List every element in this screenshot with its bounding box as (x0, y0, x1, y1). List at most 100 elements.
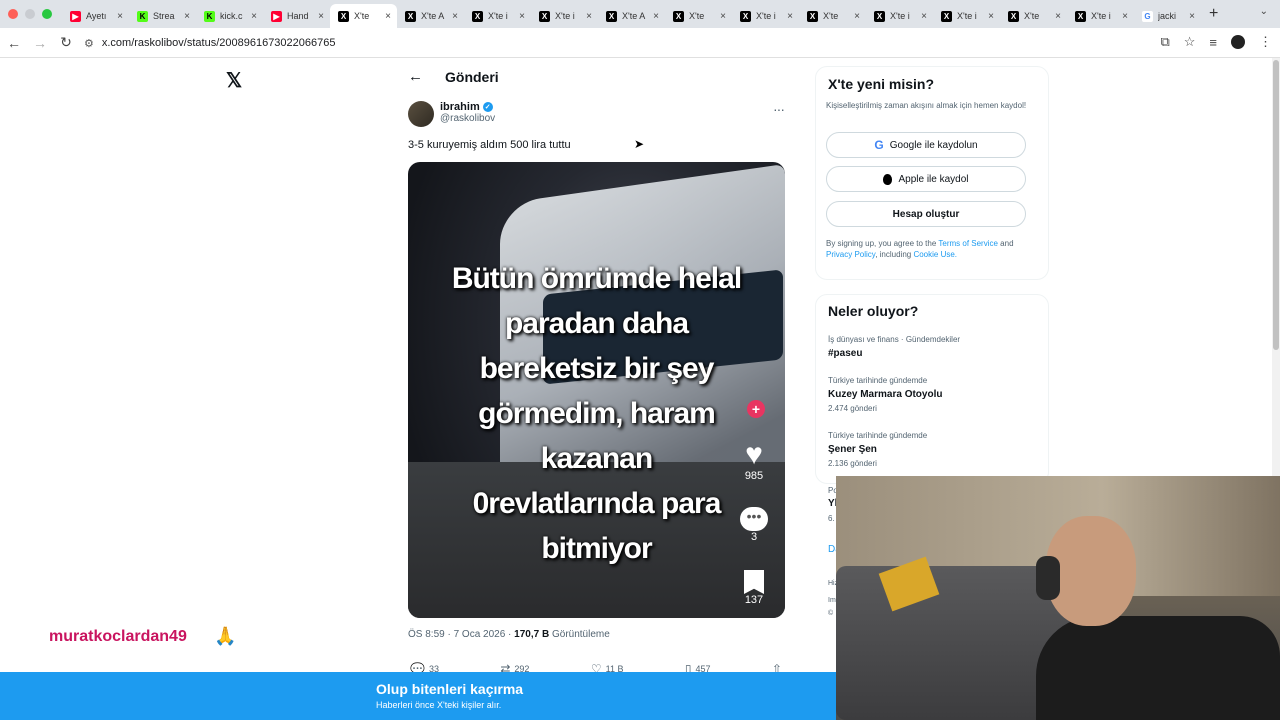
browser-tab[interactable]: X X'te i × (866, 4, 933, 28)
close-tab-icon[interactable]: × (452, 11, 458, 22)
close-tab-icon[interactable]: × (1122, 11, 1128, 22)
tab-title: jacki (1158, 11, 1177, 21)
browser-tab[interactable]: K Strea × (129, 4, 196, 28)
url-text: x.com/raskolibov/status/2008961673022066… (101, 37, 336, 49)
media-overlay-text: Bütün ömrümde helal paradan daha bereketsi… (428, 256, 765, 571)
apple-icon (883, 173, 893, 185)
window-controls (0, 9, 62, 19)
close-tab-icon[interactable]: × (184, 11, 190, 22)
tweet-timestamp[interactable]: ÖS 8:59 · 7 Oca 2026 · (408, 629, 514, 640)
media-controls-icon[interactable]: ≡ (1209, 35, 1217, 50)
partial-text[interactable]: Im (828, 597, 836, 604)
scrollbar-thumb[interactable] (1273, 60, 1279, 350)
browser-tab[interactable]: X X'te × (665, 4, 732, 28)
tab-title: X'te A (421, 11, 445, 21)
browser-tab[interactable]: X X'te × (1000, 4, 1067, 28)
browser-tab[interactable]: X X'te i × (464, 4, 531, 28)
author-name-row[interactable]: ibrahim ✓ (440, 101, 495, 113)
close-tab-icon[interactable]: × (921, 11, 927, 22)
bookmark-star-icon[interactable]: ☆ (1184, 34, 1196, 50)
browser-tab[interactable]: X X'te A × (397, 4, 464, 28)
tab-title: X'te i (756, 11, 776, 21)
google-signup-button[interactable]: G Google ile kaydolun (826, 132, 1026, 158)
close-tab-icon[interactable]: × (1189, 11, 1195, 22)
close-tab-icon[interactable]: × (787, 11, 793, 22)
media-comment-group: ••• 3 (737, 507, 771, 543)
browser-tab[interactable]: X X'te i × (531, 4, 598, 28)
x-icon: X (874, 10, 885, 22)
tab-title: X'te i (555, 11, 575, 21)
profile-avatar[interactable] (1231, 35, 1245, 49)
trend-item[interactable]: Türkiye tarihinde gündemde Kuzey Marmara… (828, 376, 1038, 413)
browser-tab[interactable]: ▶ Ayetı × (62, 4, 129, 28)
back-arrow-icon[interactable]: ← (2, 35, 26, 51)
x-icon: X (606, 10, 617, 22)
browser-tab[interactable]: X X'te × (799, 4, 866, 28)
overlay-line: 0revlatlarında para (472, 487, 722, 520)
overlay-line: görmedim, haram (478, 397, 716, 430)
browser-tab[interactable]: X X'te i × (933, 4, 1000, 28)
trend-topic: Şener Şen (828, 444, 877, 455)
close-tab-icon[interactable]: × (720, 11, 726, 22)
apple-signup-button[interactable]: Apple ile kaydol (826, 166, 1026, 192)
tweet-author[interactable]: ibrahim ✓ @raskolibov (408, 101, 495, 127)
create-account-label: Hesap oluştur (892, 208, 960, 220)
close-tab-icon[interactable]: × (519, 11, 525, 22)
more-options-icon[interactable]: ··· (773, 101, 785, 117)
stream-watermark: muratkoclardan49 (49, 628, 187, 645)
media-comments-count: 3 (750, 531, 758, 543)
author-avatar[interactable] (408, 101, 434, 127)
menu-dots-icon[interactable]: ⋮ (1259, 34, 1272, 50)
signup-banner: Olup bitenleri kaçırma Haberleri önce X'… (0, 672, 836, 720)
x-icon: X (807, 10, 818, 22)
media-save-group: 137 (737, 570, 771, 606)
author-name[interactable]: ibrahim (440, 101, 480, 113)
close-tab-icon[interactable]: × (385, 11, 391, 22)
x-icon: X (1075, 10, 1086, 22)
browser-tab[interactable]: ▶ Hand × (263, 4, 330, 28)
tweet-meta: ÖS 8:59 · 7 Oca 2026 · 170,7 B Görüntüle… (408, 629, 610, 640)
back-arrow-icon[interactable]: ← (408, 68, 423, 85)
maximize-window-button[interactable] (42, 9, 52, 19)
browser-tab[interactable]: Kkick.c × (196, 4, 263, 28)
bookmark-icon (744, 570, 764, 594)
tab-search-icon[interactable]: ⌄ (1260, 6, 1268, 17)
tab-title: X'te i (488, 11, 508, 21)
close-tab-icon[interactable]: × (1055, 11, 1061, 22)
address-bar[interactable]: ⚙ x.com/raskolibov/status/20089616730220… (84, 33, 1174, 53)
close-tab-icon[interactable]: × (653, 11, 659, 22)
cookie-link[interactable]: Cookie Use. (913, 250, 957, 259)
x-logo-icon[interactable]: 𝕏 (226, 68, 242, 93)
minimize-window-button[interactable] (25, 9, 35, 19)
mouse-cursor-icon: ➤ (634, 137, 645, 151)
youtube-icon: ▶ (70, 10, 81, 22)
create-account-button[interactable]: Hesap oluştur (826, 201, 1026, 227)
close-tab-icon[interactable]: × (251, 11, 257, 22)
new-tab-button[interactable]: + (1201, 5, 1226, 23)
page-title: Gönderi (445, 68, 499, 85)
browser-tab[interactable]: X X'te i × (732, 4, 799, 28)
browser-tab[interactable]: X X'te × (330, 4, 397, 28)
trend-item[interactable]: Türkiye tarihinde gündemde Şener Şen 2.1… (828, 431, 1038, 468)
kick-icon: K (204, 10, 215, 22)
terms-link[interactable]: Terms of Service (938, 239, 998, 248)
close-tab-icon[interactable]: × (117, 11, 123, 22)
browser-tab[interactable]: Gjacki × (1134, 4, 1201, 28)
browser-tab[interactable]: X X'te A × (598, 4, 665, 28)
close-tab-icon[interactable]: × (318, 11, 324, 22)
reload-icon[interactable]: ↻ (54, 34, 78, 51)
forward-arrow-icon[interactable]: → (28, 35, 52, 51)
browser-tab[interactable]: X X'te i × (1067, 4, 1134, 28)
x-icon: X (1008, 10, 1019, 22)
author-handle[interactable]: @raskolibov (440, 113, 495, 124)
close-tab-icon[interactable]: × (586, 11, 592, 22)
install-app-icon[interactable]: ⧉ (1160, 34, 1169, 50)
tweet-media-video[interactable]: Bütün ömrümde helal paradan daha bereketsi… (408, 162, 785, 618)
privacy-link[interactable]: Privacy Policy (826, 250, 875, 259)
close-tab-icon[interactable]: × (988, 11, 994, 22)
close-window-button[interactable] (8, 9, 18, 19)
trend-item[interactable]: İş dünyası ve finans · Gündemdekiler #pa… (828, 335, 1038, 359)
overlay-line: bitmiyor (541, 532, 652, 565)
close-tab-icon[interactable]: × (854, 11, 860, 22)
site-info-icon[interactable]: ⚙ (84, 37, 94, 50)
